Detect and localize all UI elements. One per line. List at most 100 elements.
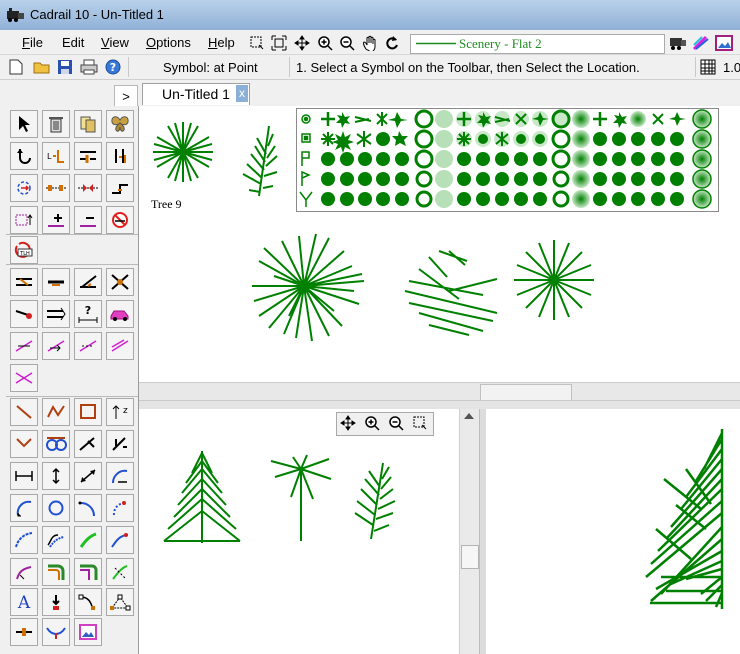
crossing-icon[interactable] [106, 268, 134, 296]
aligned-dim-icon[interactable] [74, 462, 102, 490]
track-end-icon[interactable] [10, 618, 38, 646]
palm-tree-symbol [270, 454, 332, 541]
z-elevation-icon[interactable]: z [106, 398, 134, 426]
canvas-zoom-in-icon[interactable] [362, 414, 382, 432]
vertical-dim-icon[interactable] [42, 462, 70, 490]
insert-block-icon[interactable] [10, 206, 38, 234]
line-icon[interactable] [10, 398, 38, 426]
trash-icon[interactable] [42, 110, 70, 138]
horizontal-scroll-thumb[interactable] [480, 384, 572, 401]
canvas-zoom-out-icon[interactable] [386, 414, 406, 432]
text-tool-icon[interactable]: A [10, 588, 38, 616]
signal-icon[interactable] [10, 300, 38, 328]
image-frame-icon[interactable] [74, 618, 102, 646]
arc-dashed-icon[interactable] [106, 494, 134, 522]
grid-icon[interactable] [698, 57, 718, 77]
corner-fillet-icon[interactable] [10, 558, 38, 586]
svg-text:?: ? [110, 61, 116, 74]
redraw-icon[interactable] [382, 33, 402, 53]
dimension-line-icon[interactable] [42, 174, 70, 202]
spline-icon[interactable] [42, 526, 70, 554]
vertical-scroll-thumb[interactable] [461, 545, 479, 569]
pan-icon[interactable] [292, 33, 312, 53]
tab-label: Un-Titled 1 [162, 86, 230, 102]
corner-icon[interactable] [74, 558, 102, 586]
open-folder-icon[interactable] [32, 57, 52, 77]
horizontal-dim-icon[interactable] [10, 462, 38, 490]
large-starburst-symbol [252, 233, 365, 342]
add-segment-icon[interactable] [42, 206, 70, 234]
arc-arrow-icon[interactable] [106, 462, 134, 490]
ramp-double-icon[interactable] [106, 332, 134, 360]
track-segment-icon[interactable] [42, 268, 70, 296]
tab-scroll-button[interactable]: > [114, 85, 138, 107]
center-point-icon[interactable] [10, 174, 38, 202]
layer-line-icon [416, 42, 456, 45]
butterfly-icon[interactable] [106, 110, 134, 138]
canvas-pan-icon[interactable] [338, 414, 358, 432]
arc-measure-icon[interactable] [42, 618, 70, 646]
fillet-icon[interactable] [42, 558, 70, 586]
insert-point-icon[interactable] [42, 588, 70, 616]
menu-help[interactable]: Help [208, 35, 235, 50]
horizontal-scrollbar[interactable] [139, 382, 740, 401]
parallel-offset-icon[interactable] [74, 142, 102, 170]
zoom-in-icon[interactable] [315, 33, 335, 53]
chamfer-icon[interactable] [106, 558, 134, 586]
ramp-up-icon[interactable] [10, 332, 38, 360]
print-icon[interactable] [79, 57, 99, 77]
ramp-arrow-icon[interactable] [42, 332, 70, 360]
car-icon[interactable] [106, 300, 134, 328]
train-tool-icon[interactable] [668, 33, 688, 53]
menu-view[interactable]: View [101, 35, 129, 50]
circle-icon[interactable] [42, 494, 70, 522]
zoom-window-icon[interactable] [247, 33, 267, 53]
menu-edit[interactable]: Edit [62, 35, 84, 50]
menu-options[interactable]: Options [146, 35, 191, 50]
copy-icon[interactable] [74, 110, 102, 138]
zoomed-tree-drawing [645, 429, 724, 609]
zoom-extents-icon[interactable] [269, 33, 289, 53]
bezier-icon[interactable] [106, 526, 134, 554]
zoom-out-icon[interactable] [337, 33, 357, 53]
vertical-parallel-icon[interactable] [106, 142, 134, 170]
tangent-line-icon[interactable] [74, 430, 102, 458]
measure-icon[interactable] [74, 174, 102, 202]
tlh-icon[interactable]: TLH [10, 236, 38, 264]
perpendicular-icon[interactable] [106, 430, 134, 458]
ramp-x-icon[interactable] [10, 364, 38, 392]
hand-pan-icon[interactable] [360, 33, 380, 53]
arc-3point-icon[interactable] [74, 494, 102, 522]
remove-segment-icon[interactable] [74, 206, 102, 234]
no-entry-icon[interactable] [106, 206, 134, 234]
color-layers-icon[interactable] [691, 33, 711, 53]
save-icon[interactable] [55, 57, 75, 77]
turnout-icon[interactable] [74, 268, 102, 296]
select-arrow-icon[interactable] [10, 110, 38, 138]
new-file-icon[interactable] [6, 57, 26, 77]
switch-icon[interactable] [10, 268, 38, 296]
node-polyline-icon[interactable] [106, 588, 134, 616]
rectangle-icon[interactable] [74, 398, 102, 426]
polyline-icon[interactable] [42, 398, 70, 426]
radial-symbol [514, 240, 594, 320]
canvas-zoom-window-icon[interactable] [410, 414, 430, 432]
ramp-dashed-icon[interactable] [74, 332, 102, 360]
double-circle-icon[interactable] [42, 430, 70, 458]
menu-file[interactable]: File [22, 35, 43, 50]
arc-icon[interactable] [10, 494, 38, 522]
angle-line-icon[interactable] [10, 430, 38, 458]
length-tool-icon[interactable]: L [42, 142, 70, 170]
scroll-up-arrow-icon[interactable] [462, 411, 476, 421]
picture-icon[interactable] [714, 33, 734, 53]
query-length-icon[interactable]: ? [74, 300, 102, 328]
easement-icon[interactable] [74, 526, 102, 554]
step-line-icon[interactable] [106, 174, 134, 202]
tab-close-button[interactable]: x [236, 85, 248, 102]
curve-icon[interactable] [10, 526, 38, 554]
node-curve-icon[interactable] [74, 588, 102, 616]
vertical-scrollbar[interactable] [459, 409, 480, 654]
undo-curve-icon[interactable] [10, 142, 38, 170]
help-icon[interactable]: ? [103, 57, 123, 77]
track-length-icon[interactable] [42, 300, 70, 328]
